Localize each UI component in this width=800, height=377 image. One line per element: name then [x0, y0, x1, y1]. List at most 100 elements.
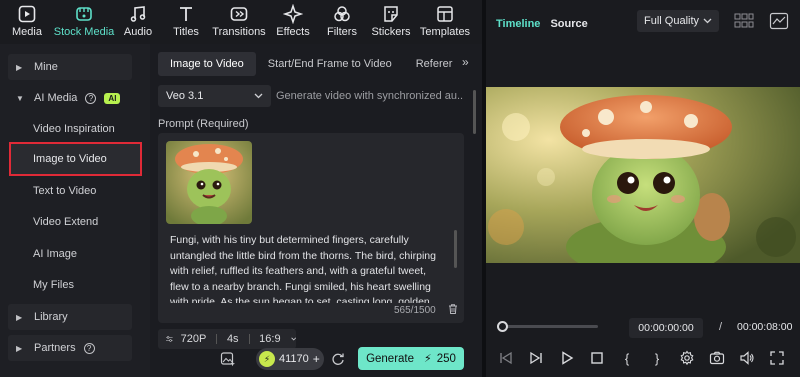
sidebar-item-ai-image[interactable]: AI Image: [8, 241, 132, 267]
toolbar-label: Filters: [327, 26, 357, 38]
generate-button[interactable]: Generate ⚡ 250: [358, 347, 464, 370]
sidebar: ▶ Mine ▼ AI Media ? AI Video Inspiration…: [0, 44, 150, 377]
sidebar-item-image-to-video[interactable]: Image to Video: [9, 142, 142, 176]
sidebar-item-video-inspiration[interactable]: Video Inspiration: [8, 116, 132, 142]
prompt-scrollbar[interactable]: [454, 230, 457, 268]
playback-progress-track[interactable]: [502, 325, 598, 328]
quality-dropdown[interactable]: Full Quality: [637, 10, 719, 32]
trash-icon[interactable]: [447, 303, 459, 315]
toolbar-audio[interactable]: Audio: [114, 0, 162, 44]
ai-generation-panel: Image to Video Start/End Frame to Video …: [150, 44, 482, 377]
sparkle-icon: [283, 4, 303, 24]
sidebar-group-ai-media[interactable]: ▼ AI Media ? AI: [8, 85, 132, 111]
sidebar-group-label: Mine: [34, 61, 58, 73]
toolbar-label: Effects: [276, 26, 310, 38]
caret-right-icon: ▶: [16, 62, 23, 72]
text-t-icon: [180, 7, 192, 21]
camera-snapshot-icon[interactable]: [709, 350, 725, 366]
help-icon[interactable]: ?: [83, 342, 95, 354]
stop-icon[interactable]: [589, 350, 605, 366]
top-toolbar: Media Stock Media Audio Titles Transitio…: [0, 0, 482, 44]
sidebar-group-partners[interactable]: ▶ Partners ?: [8, 335, 132, 361]
mark-in-icon[interactable]: {: [619, 350, 635, 366]
toolbar-label: Titles: [173, 26, 199, 38]
prev-frame-icon[interactable]: [498, 350, 514, 366]
toolbar-transitions[interactable]: Transitions: [210, 0, 268, 44]
toolbar-titles[interactable]: Titles: [162, 0, 210, 44]
tab-source[interactable]: Source: [550, 18, 587, 30]
char-counter: 565/1500: [394, 305, 436, 316]
divider: [248, 334, 250, 344]
sidebar-group-library[interactable]: ▶ Library: [8, 304, 132, 330]
ai-badge: AI: [104, 92, 121, 104]
play-icon[interactable]: [559, 350, 575, 366]
credits-badge[interactable]: ⚡ 41170 +: [256, 348, 324, 370]
sidebar-item-text-to-video[interactable]: Text to Video: [8, 178, 132, 204]
toolbar-label: Audio: [123, 26, 153, 38]
refresh-icon[interactable]: [331, 352, 345, 366]
tabs-more-icon[interactable]: »: [462, 55, 469, 69]
grid-view-icon[interactable]: [734, 12, 754, 30]
toolbar-media[interactable]: Media: [0, 0, 54, 44]
reference-image-thumbnail[interactable]: [166, 141, 252, 224]
divider: [216, 334, 217, 344]
sidebar-group-label: Partners: [34, 342, 76, 354]
transitions-icon: [230, 7, 248, 21]
sidebar-item-label: Video Extend: [33, 216, 99, 228]
next-frame-icon[interactable]: [528, 350, 544, 366]
sticker-icon: [384, 6, 398, 22]
templates-icon: [437, 6, 453, 22]
media-icon: [18, 5, 36, 23]
panel-scrollbar[interactable]: [473, 90, 476, 134]
toolbar-stickers[interactable]: Stickers: [366, 0, 416, 44]
sidebar-item-label: My Files: [33, 279, 74, 291]
sidebar-item-my-files[interactable]: My Files: [8, 272, 132, 298]
add-credits-icon[interactable]: +: [313, 352, 320, 366]
toolbar-label: Media: [12, 26, 42, 38]
help-icon[interactable]: ?: [85, 92, 97, 104]
tab-reference[interactable]: Referer: [404, 52, 465, 76]
model-value: Veo 3.1: [166, 90, 204, 102]
generate-cost: 250: [436, 352, 456, 365]
toolbar-label: Templates: [419, 26, 471, 38]
quality-value: Full Quality: [644, 15, 700, 27]
credit-coin-icon: ⚡: [259, 351, 275, 367]
toolbar-stock-media[interactable]: Stock Media: [54, 0, 114, 44]
sidebar-item-label: Video Inspiration: [33, 123, 115, 135]
toolbar-label: Stickers: [371, 26, 411, 38]
chevron-down-icon: [290, 337, 296, 341]
time-separator: /: [719, 321, 723, 333]
sidebar-item-video-extend[interactable]: Video Extend: [8, 209, 132, 235]
chart-view-icon[interactable]: [769, 12, 789, 30]
sidebar-item-label: Text to Video: [33, 185, 97, 197]
prompt-textarea[interactable]: Fungi, with his tiny but determined fing…: [170, 233, 444, 303]
settings-gear-icon[interactable]: [679, 350, 695, 366]
toolbar-templates[interactable]: Templates: [416, 0, 474, 44]
toolbar-filters[interactable]: Filters: [318, 0, 366, 44]
sliders-icon: [166, 336, 173, 342]
model-dropdown[interactable]: Veo 3.1: [158, 85, 271, 107]
tab-image-to-video[interactable]: Image to Video: [158, 52, 256, 76]
playhead-handle[interactable]: [497, 321, 508, 332]
video-preview[interactable]: [486, 87, 800, 263]
filters-icon: [334, 6, 350, 22]
caret-right-icon: ▶: [16, 343, 23, 353]
caret-right-icon: ▶: [16, 312, 23, 322]
tab-start-end-frame[interactable]: Start/End Frame to Video: [256, 52, 404, 76]
mark-out-icon[interactable]: }: [649, 350, 665, 366]
stock-media-icon: [76, 7, 92, 21]
total-time: 00:00:08:00: [737, 321, 793, 333]
lightning-icon: ⚡: [424, 353, 432, 365]
chevron-down-icon: [254, 93, 263, 99]
sidebar-group-mine[interactable]: ▶ Mine: [8, 54, 132, 80]
current-time[interactable]: 00:00:00:00: [629, 318, 703, 338]
player-tabs: Timeline Source: [496, 18, 588, 30]
prompt-box[interactable]: Fungi, with his tiny but determined fing…: [158, 133, 464, 323]
toolbar-effects[interactable]: Effects: [268, 0, 318, 44]
generate-label: Generate: [366, 352, 415, 365]
fullscreen-icon[interactable]: [769, 350, 785, 366]
tab-timeline[interactable]: Timeline: [496, 18, 540, 30]
sidebar-item-label: Image to Video: [33, 153, 107, 165]
volume-icon[interactable]: [739, 350, 755, 366]
image-ai-icon[interactable]: [220, 351, 236, 367]
